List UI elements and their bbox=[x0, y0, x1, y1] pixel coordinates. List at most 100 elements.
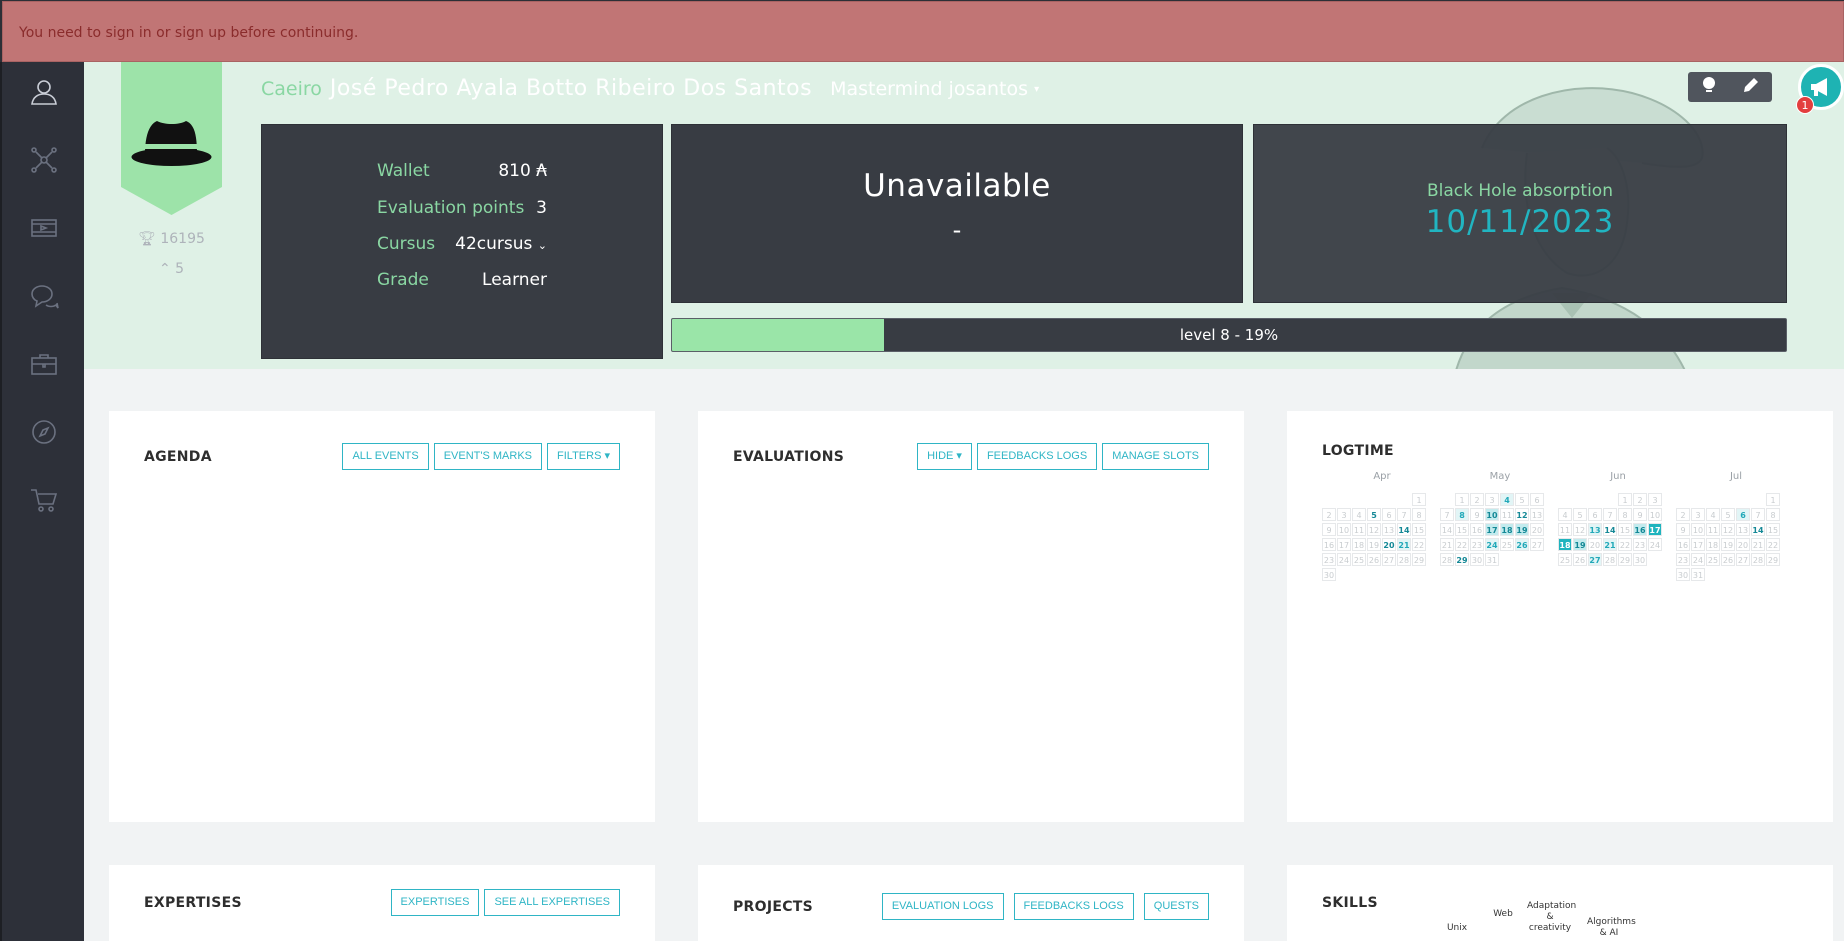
logtime-day[interactable]: 9 bbox=[1633, 508, 1647, 521]
logtime-day[interactable]: 31 bbox=[1691, 568, 1705, 581]
logtime-day[interactable]: 17 bbox=[1337, 538, 1351, 551]
logtime-day[interactable]: 19 bbox=[1515, 523, 1529, 536]
logtime-day[interactable]: 9 bbox=[1322, 523, 1336, 536]
logtime-day[interactable]: 16 bbox=[1676, 538, 1690, 551]
logtime-day[interactable]: 20 bbox=[1382, 538, 1396, 551]
logtime-day[interactable]: 31 bbox=[1485, 553, 1499, 566]
logtime-day[interactable]: 11 bbox=[1558, 523, 1572, 536]
sidebar-item-chat[interactable] bbox=[2, 266, 86, 326]
sidebar-item-explore[interactable] bbox=[2, 402, 86, 462]
logtime-day[interactable]: 21 bbox=[1397, 538, 1411, 551]
logtime-day[interactable]: 28 bbox=[1603, 553, 1617, 566]
logtime-day[interactable]: 14 bbox=[1440, 523, 1454, 536]
logtime-day[interactable]: 27 bbox=[1736, 553, 1750, 566]
feedbacks-logs-button[interactable]: FEEDBACKS LOGS bbox=[976, 443, 1098, 470]
logtime-day[interactable]: 29 bbox=[1455, 553, 1469, 566]
sidebar-item-profile[interactable] bbox=[2, 62, 86, 122]
sidebar-item-shop[interactable] bbox=[2, 470, 86, 530]
logtime-day[interactable]: 6 bbox=[1588, 508, 1602, 521]
logtime-day[interactable]: 18 bbox=[1352, 538, 1366, 551]
see-all-expertises-button[interactable]: SEE ALL EXPERTISES bbox=[484, 889, 620, 916]
logtime-day[interactable]: 13 bbox=[1736, 523, 1750, 536]
logtime-day[interactable]: 6 bbox=[1736, 508, 1750, 521]
logtime-day[interactable]: 3 bbox=[1691, 508, 1705, 521]
logtime-day[interactable]: 25 bbox=[1500, 538, 1514, 551]
logtime-day[interactable]: 12 bbox=[1573, 523, 1587, 536]
logtime-day[interactable]: 9 bbox=[1470, 508, 1484, 521]
logtime-day[interactable]: 3 bbox=[1337, 508, 1351, 521]
logtime-day[interactable]: 24 bbox=[1337, 553, 1351, 566]
logtime-day[interactable]: 13 bbox=[1530, 508, 1544, 521]
logtime-day[interactable]: 28 bbox=[1397, 553, 1411, 566]
logtime-day[interactable]: 22 bbox=[1618, 538, 1632, 551]
logtime-day[interactable]: 2 bbox=[1633, 493, 1647, 506]
logtime-day[interactable]: 1 bbox=[1766, 493, 1780, 506]
logtime-day[interactable]: 7 bbox=[1751, 508, 1765, 521]
sidebar-item-companies[interactable] bbox=[2, 334, 86, 394]
logtime-day[interactable]: 6 bbox=[1382, 508, 1396, 521]
logtime-day[interactable]: 30 bbox=[1470, 553, 1484, 566]
logtime-day[interactable]: 16 bbox=[1470, 523, 1484, 536]
logtime-day[interactable]: 28 bbox=[1751, 553, 1765, 566]
logtime-day[interactable]: 21 bbox=[1440, 538, 1454, 551]
logtime-day[interactable]: 20 bbox=[1736, 538, 1750, 551]
logtime-day[interactable]: 30 bbox=[1633, 553, 1647, 566]
logtime-day[interactable]: 12 bbox=[1367, 523, 1381, 536]
logtime-day[interactable]: 27 bbox=[1588, 553, 1602, 566]
evaluation-logs-button[interactable]: EVALUATION LOGS bbox=[881, 893, 1004, 920]
logtime-day[interactable]: 25 bbox=[1352, 553, 1366, 566]
location-button[interactable] bbox=[1699, 75, 1719, 99]
logtime-day[interactable]: 5 bbox=[1721, 508, 1735, 521]
logtime-day[interactable]: 3 bbox=[1648, 493, 1662, 506]
logtime-day[interactable]: 21 bbox=[1603, 538, 1617, 551]
logtime-day[interactable]: 1 bbox=[1412, 493, 1426, 506]
logtime-day[interactable]: 13 bbox=[1588, 523, 1602, 536]
logtime-day[interactable]: 20 bbox=[1588, 538, 1602, 551]
logtime-day[interactable]: 18 bbox=[1500, 523, 1514, 536]
logtime-day[interactable]: 2 bbox=[1322, 508, 1336, 521]
logtime-day[interactable]: 19 bbox=[1367, 538, 1381, 551]
quests-button[interactable]: QUESTS bbox=[1143, 893, 1209, 920]
logtime-day[interactable]: 7 bbox=[1397, 508, 1411, 521]
logtime-day[interactable]: 2 bbox=[1470, 493, 1484, 506]
edit-button[interactable] bbox=[1741, 75, 1761, 99]
cursus-select[interactable]: 42cursus ⌄ bbox=[455, 234, 547, 254]
logtime-day[interactable]: 15 bbox=[1766, 523, 1780, 536]
logtime-day[interactable]: 26 bbox=[1721, 553, 1735, 566]
logtime-day[interactable]: 8 bbox=[1412, 508, 1426, 521]
all-events-button[interactable]: ALL EVENTS bbox=[342, 443, 429, 470]
logtime-day[interactable]: 22 bbox=[1412, 538, 1426, 551]
logtime-day[interactable]: 27 bbox=[1382, 553, 1396, 566]
logtime-day[interactable]: 26 bbox=[1367, 553, 1381, 566]
logtime-day[interactable]: 8 bbox=[1455, 508, 1469, 521]
logtime-day[interactable]: 11 bbox=[1706, 523, 1720, 536]
logtime-day[interactable]: 23 bbox=[1633, 538, 1647, 551]
logtime-day[interactable]: 4 bbox=[1500, 493, 1514, 506]
logtime-day[interactable]: 7 bbox=[1440, 508, 1454, 521]
logtime-day[interactable]: 21 bbox=[1751, 538, 1765, 551]
logtime-day[interactable]: 17 bbox=[1485, 523, 1499, 536]
logtime-day[interactable]: 14 bbox=[1603, 523, 1617, 536]
sidebar-item-videos[interactable] bbox=[2, 198, 86, 258]
logtime-day[interactable]: 14 bbox=[1751, 523, 1765, 536]
logtime-day[interactable]: 23 bbox=[1676, 553, 1690, 566]
events-marks-button[interactable]: EVENT'S MARKS bbox=[433, 443, 542, 470]
logtime-day[interactable]: 20 bbox=[1530, 523, 1544, 536]
logtime-day[interactable]: 4 bbox=[1352, 508, 1366, 521]
logtime-day[interactable]: 2 bbox=[1676, 508, 1690, 521]
logtime-day[interactable]: 25 bbox=[1558, 553, 1572, 566]
logtime-day[interactable]: 5 bbox=[1515, 493, 1529, 506]
logtime-day[interactable]: 15 bbox=[1412, 523, 1426, 536]
logtime-day[interactable]: 8 bbox=[1766, 508, 1780, 521]
logtime-day[interactable]: 11 bbox=[1352, 523, 1366, 536]
expertises-button[interactable]: EXPERTISES bbox=[390, 889, 480, 916]
logtime-day[interactable]: 4 bbox=[1706, 508, 1720, 521]
logtime-day[interactable]: 26 bbox=[1573, 553, 1587, 566]
logtime-day[interactable]: 27 bbox=[1530, 538, 1544, 551]
logtime-day[interactable]: 22 bbox=[1455, 538, 1469, 551]
filters-button[interactable]: FILTERS ▾ bbox=[547, 443, 620, 470]
logtime-day[interactable]: 10 bbox=[1691, 523, 1705, 536]
sidebar-item-network[interactable] bbox=[2, 130, 86, 190]
logtime-day[interactable]: 26 bbox=[1515, 538, 1529, 551]
logtime-day[interactable]: 24 bbox=[1648, 538, 1662, 551]
